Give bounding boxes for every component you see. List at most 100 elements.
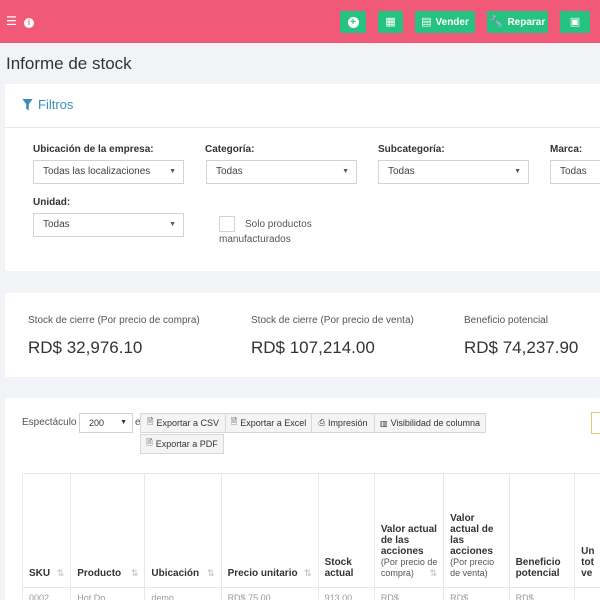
export-csv-button[interactable]: 🗎 Exportar a CSV [140, 413, 226, 433]
cell-current-stock: 913.00 [317, 587, 375, 600]
repair-button[interactable]: 🔧 Reparar [487, 11, 548, 33]
money-button[interactable]: ▣ [560, 11, 590, 33]
sort-icon: ⇅ [130, 568, 139, 578]
export-excel-button[interactable]: 🗎 Exportar a Excel [225, 413, 312, 433]
filters-card: Filtros Ubicación de la empresa: Todas l… [5, 84, 600, 271]
hamburger-icon[interactable]: ☰ [6, 13, 17, 29]
file-csv-icon: 🗎 [147, 417, 154, 426]
brand-label: Marca: [550, 144, 583, 155]
stock-table: SKU ⇅ Producto ⇅ Ubicación ⇅ Precio unitari… [21, 473, 600, 600]
cell-value-purchase: RD$... [373, 587, 445, 600]
top-navbar: ☰ i + ▦ ▤ Vender 🔧 Reparar ▣ [0, 0, 600, 43]
sell-label: Vender [435, 16, 469, 28]
repair-label: Reparar [507, 16, 546, 28]
page-size-select[interactable]: 200 ▼ [79, 413, 133, 433]
col-value-sale[interactable]: Valor actual de las acciones (Por precio … [443, 473, 510, 588]
category-select[interactable]: Todas ▼ [206, 160, 357, 184]
col-location-label: Ubicación [151, 568, 200, 579]
show-entries-label: Espectáculo [22, 417, 77, 428]
export-pdf-button[interactable]: 🗎 Exportar a PDF [140, 434, 224, 454]
caret-down-icon: ▼ [120, 419, 127, 426]
category-value: Todas [216, 166, 243, 177]
sort-icon: ⇅ [207, 568, 215, 578]
subcategory-select[interactable]: Todas ▼ [378, 160, 529, 184]
stock-summary-card: Stock de cierre (Por precio de compra) R… [5, 293, 600, 377]
wrench-icon: 🔧 [489, 15, 504, 28]
file-pdf-icon: 🗎 [146, 438, 153, 447]
calculator-icon: ▦ [385, 15, 396, 28]
sell-button[interactable]: ▤ Vender [415, 11, 475, 33]
location-label: Ubicación de la empresa: [33, 144, 154, 155]
closing-stock-purchase-value: RD$ 32,976.10 [28, 338, 143, 357]
category-label: Categoría: [205, 144, 255, 155]
cell-value-sale: RD$... [443, 587, 510, 600]
col-potential-profit[interactable]: Beneficio potencial [508, 473, 576, 588]
col-units-total-label: Un tot ve [581, 546, 595, 579]
closing-stock-sale-value: RD$ 107,214.00 [251, 338, 375, 357]
column-visibility-label: Visibilidad de columna [390, 418, 480, 428]
print-icon: ⎙ [318, 418, 325, 427]
col-product-label: Producto [77, 568, 122, 579]
print-button[interactable]: ⎙ Impresión [311, 413, 375, 433]
sort-active-icon: ⇅ [56, 568, 65, 578]
export-excel-label: Exportar a Excel [240, 418, 307, 428]
caret-down-icon: ▼ [169, 168, 176, 175]
closing-stock-sale-label: Stock de cierre (Por precio de venta) [251, 315, 414, 326]
col-potential-profit-label: Beneficio potencial [515, 557, 561, 579]
columns-icon: ▥ [380, 418, 388, 428]
subcategory-label: Subcategoría: [378, 144, 445, 155]
add-button[interactable]: + [340, 11, 366, 33]
page-title: Informe de stock [6, 54, 132, 73]
extra-button[interactable] [591, 412, 600, 434]
table-header-row: SKU ⇅ Producto ⇅ Ubicación ⇅ Precio unitari… [21, 473, 600, 588]
print-label: Impresión [327, 418, 368, 428]
cell-sku: 0002 [21, 587, 72, 600]
col-value-sale-sub: (Por precio de venta) [450, 557, 495, 578]
col-current-stock[interactable]: Stock actual [317, 473, 375, 588]
cell-potential-profit: RD$... [508, 587, 576, 600]
manufactured-label: Solo productos manufacturados [219, 219, 312, 245]
col-units-total[interactable]: Un tot ve [574, 473, 600, 588]
info-circle-icon[interactable]: i [24, 13, 34, 29]
cell-units-total [574, 587, 600, 600]
col-unit-price[interactable]: Precio unitario ⇅ [220, 473, 319, 588]
list-icon: ▤ [421, 15, 432, 28]
calculator-button[interactable]: ▦ [378, 11, 403, 33]
export-csv-label: Exportar a CSV [156, 418, 219, 428]
cell-location: demo [144, 587, 222, 600]
file-excel-icon: 🗎 [230, 417, 238, 426]
col-location[interactable]: Ubicación ⇅ [144, 473, 222, 588]
sort-icon: ⇅ [429, 568, 438, 578]
col-sku[interactable]: SKU ⇅ [21, 473, 72, 588]
divider [5, 127, 600, 128]
stock-table-card: Espectáculo 200 ▼ e 🗎 Exportar a CSV 🗎 E… [5, 398, 600, 600]
col-value-sale-label: Valor actual de las acciones [450, 513, 494, 557]
unit-value: Todas [43, 219, 70, 230]
location-value: Todas las localizaciones [43, 166, 151, 177]
col-product[interactable]: Producto ⇅ [70, 473, 146, 588]
caret-down-icon: ▼ [514, 168, 521, 175]
table-row: 0002 Hot Do... demo RD$ 75.00 913.00 RD$… [21, 587, 600, 600]
column-visibility-button[interactable]: ▥ Visibilidad de columna [374, 413, 486, 433]
col-unit-price-label: Precio unitario [227, 568, 298, 579]
plus-circle-icon: + [347, 16, 359, 28]
potential-profit-label: Beneficio potencial [464, 315, 548, 326]
filter-icon [22, 98, 33, 111]
unit-label: Unidad: [33, 197, 71, 208]
brand-select[interactable]: Todas [550, 160, 600, 184]
page-size-value: 200 [89, 418, 105, 428]
caret-down-icon: ▼ [342, 168, 349, 175]
brand-value: Todas [560, 166, 587, 177]
cell-product: Hot Do... [70, 587, 146, 600]
col-value-purchase[interactable]: Valor actual de las acciones (Por precio … [373, 473, 445, 588]
closing-stock-purchase-label: Stock de cierre (Por precio de compra) [28, 315, 200, 326]
filters-title: Filtros [38, 97, 74, 112]
sort-icon: ⇅ [304, 568, 312, 578]
filters-toggle[interactable]: Filtros [22, 97, 73, 112]
caret-down-icon: ▼ [169, 221, 176, 228]
location-select[interactable]: Todas las localizaciones ▼ [33, 160, 184, 184]
col-current-stock-label: Stock actual [324, 557, 354, 579]
unit-select[interactable]: Todas ▼ [33, 213, 184, 237]
subcategory-value: Todas [388, 166, 415, 177]
potential-profit-value: RD$ 74,237.90 [464, 338, 579, 357]
